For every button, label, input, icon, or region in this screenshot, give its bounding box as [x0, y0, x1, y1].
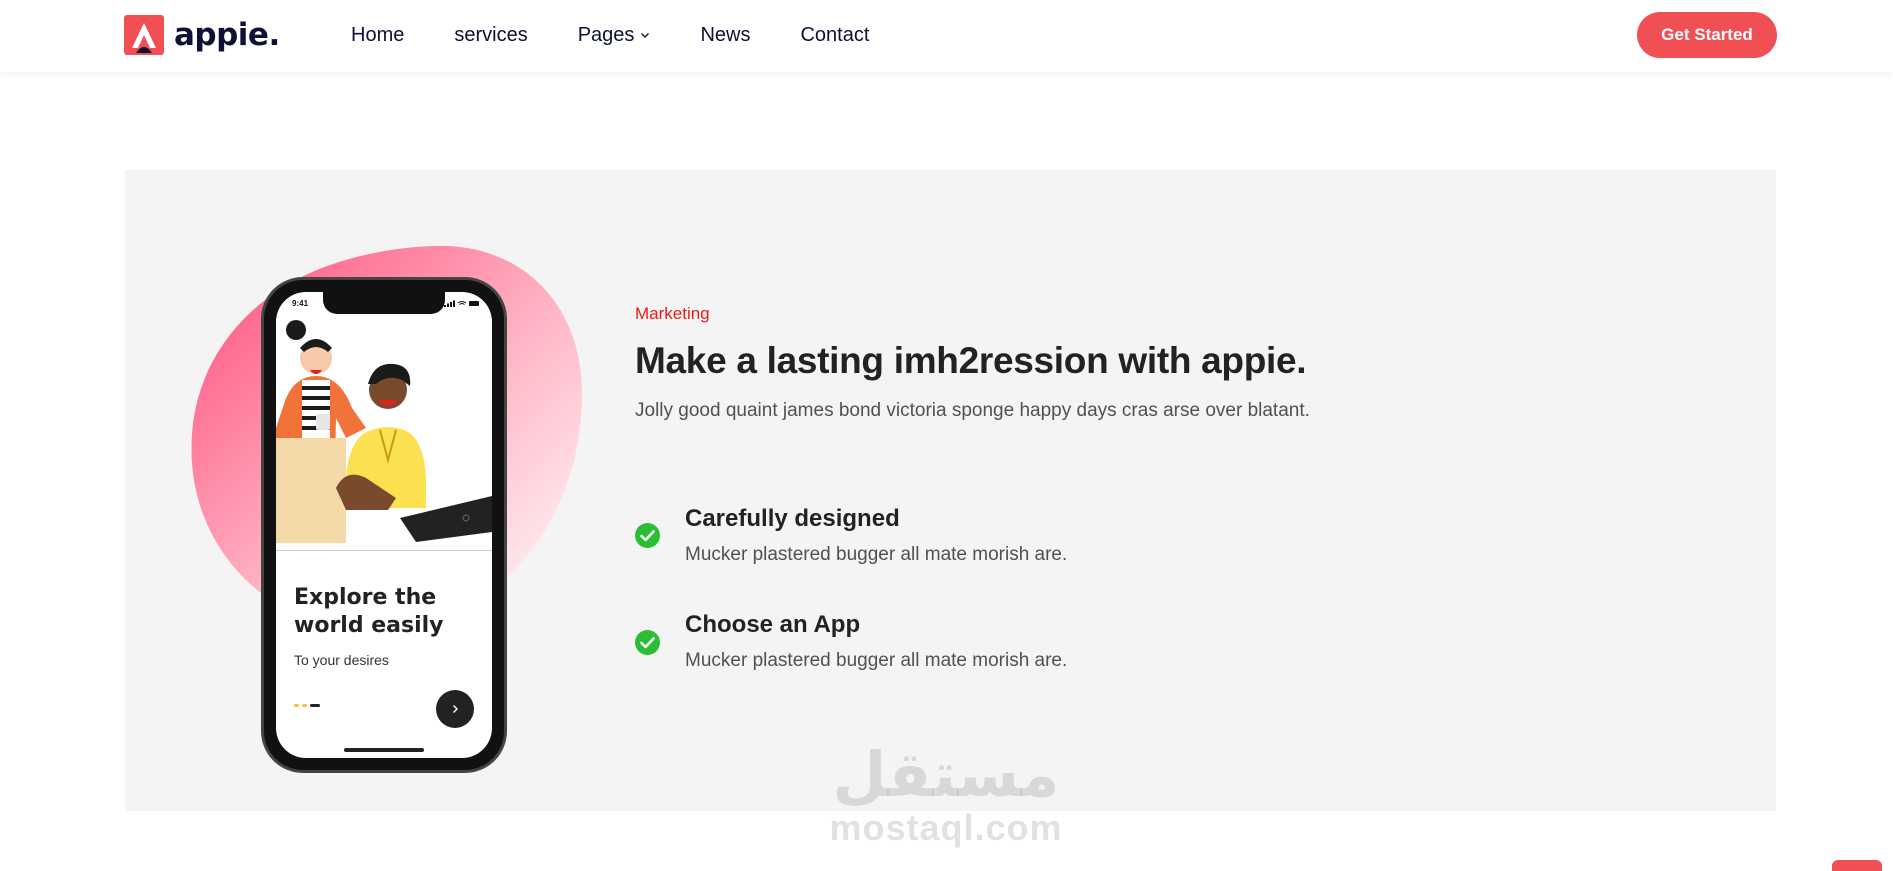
- phone-status-time: 9:41: [292, 299, 309, 308]
- onboarding-dots: [294, 704, 323, 707]
- watermark-arabic: مستقل: [832, 738, 1060, 811]
- logo[interactable]: appie.: [124, 14, 280, 56]
- nav-home[interactable]: Home: [351, 24, 404, 47]
- back-to-top-icon[interactable]: [1832, 860, 1882, 871]
- check-circle-icon: [635, 523, 660, 548]
- phone-notch: [323, 292, 445, 314]
- nav-services[interactable]: services: [454, 24, 527, 47]
- section-lead: Jolly good quaint james bond victoria sp…: [635, 400, 1310, 421]
- watermark: مستقل mostaql.com: [828, 740, 1064, 846]
- feature-item-title: Carefully designed: [685, 505, 900, 532]
- dot: [302, 704, 307, 707]
- people-illustration: [276, 320, 492, 543]
- appie-logo-icon: [124, 15, 164, 55]
- watermark-latin: mostaql.com: [829, 807, 1063, 848]
- feature-item-text: Mucker plastered bugger all mate morish …: [685, 650, 1068, 671]
- illustration-ground: [276, 550, 492, 551]
- nav-pages-label: Pages: [577, 23, 635, 46]
- main-nav: Home services Pages News Contact: [351, 0, 919, 70]
- section-heading: Make a lasting imh2ression with appie.: [635, 340, 1307, 381]
- phone-subtitle: To your desires: [294, 652, 389, 668]
- chevron-down-icon: [641, 33, 650, 38]
- check-circle-icon: [635, 630, 660, 655]
- section-eyebrow: Marketing: [635, 304, 710, 323]
- signal-icon: [444, 300, 479, 307]
- get-started-button[interactable]: Get Started: [1637, 12, 1777, 58]
- nav-pages[interactable]: Pages: [578, 24, 651, 47]
- phone-mockup: 9:41 Explore the world easily To your de…: [261, 277, 507, 773]
- arrow-right-icon: [453, 705, 458, 713]
- nav-news[interactable]: News: [700, 24, 750, 47]
- feature-item-title: Choose an App: [685, 611, 861, 638]
- phone-screen: 9:41 Explore the world easily To your de…: [276, 292, 492, 758]
- next-button[interactable]: [436, 690, 474, 728]
- dot-active: [310, 704, 320, 707]
- feature-item-text: Mucker plastered bugger all mate morish …: [685, 544, 1068, 565]
- phone-home-indicator: [344, 748, 424, 752]
- dot: [294, 704, 299, 707]
- site-header: appie. Home services Pages News Contact …: [0, 0, 1893, 72]
- phone-title: Explore the world easily: [294, 585, 444, 638]
- nav-contact[interactable]: Contact: [800, 24, 869, 47]
- logo-text: appie.: [174, 17, 280, 53]
